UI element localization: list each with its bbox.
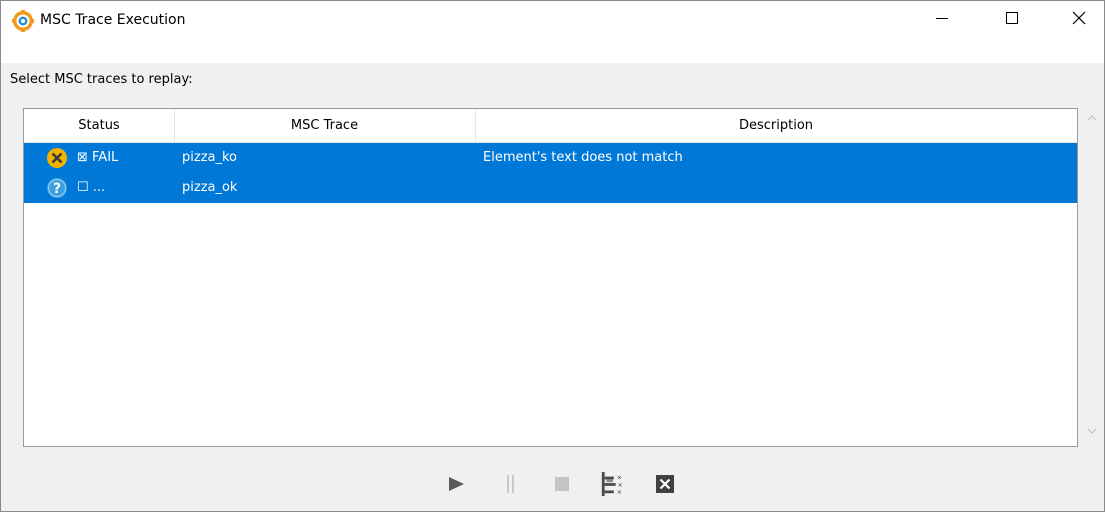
status-text: ☐ ... <box>77 180 106 195</box>
clear-button[interactable] <box>653 470 677 498</box>
stop-icon <box>555 477 569 491</box>
pause-icon <box>507 475 514 493</box>
svg-text:×: × <box>617 488 622 496</box>
status-text: ⊠ FAIL <box>77 150 119 165</box>
close-icon <box>1072 11 1086 25</box>
trace-description: Element's text does not match <box>483 150 683 165</box>
trace-name: pizza_ok <box>182 180 238 195</box>
minimize-icon <box>936 18 948 19</box>
select-traces-label: Select MSC traces to replay: <box>10 72 193 87</box>
table-row[interactable]: ⊠ FAIL pizza_ko Element's text does not … <box>24 143 1077 173</box>
trace-name: pizza_ko <box>182 150 237 165</box>
question-icon: ? <box>47 178 67 198</box>
maximize-button[interactable] <box>989 1 1035 35</box>
fail-icon <box>47 148 67 168</box>
column-header-status[interactable]: Status <box>24 109 175 142</box>
column-header-trace[interactable]: MSC Trace <box>174 109 476 142</box>
scroll-up-arrow-icon[interactable] <box>1084 111 1100 125</box>
trace-table[interactable]: Status MSC Trace Description ⊠ FAIL pizz… <box>23 108 1078 447</box>
trace-execution-window: MSC Trace Execution Select MSC traces to… <box>0 0 1105 512</box>
stop-button[interactable] <box>550 470 574 498</box>
pause-button[interactable] <box>499 470 523 498</box>
maximize-icon <box>1006 12 1018 24</box>
column-header-description[interactable]: Description <box>475 109 1077 142</box>
minimize-button[interactable] <box>919 1 965 35</box>
play-button[interactable] <box>444 470 468 498</box>
svg-text:?: ? <box>53 181 61 197</box>
table-row[interactable]: ? ☐ ... pizza_ok <box>24 173 1077 203</box>
table-header: Status MSC Trace Description <box>24 109 1077 143</box>
title-bar: MSC Trace Execution Select MSC traces to… <box>1 1 1104 87</box>
toggle-tree-icon: × × × <box>601 472 623 496</box>
close-button[interactable] <box>1056 1 1102 35</box>
play-icon <box>449 477 464 491</box>
window-title: MSC Trace Execution <box>40 12 186 28</box>
toggle-tree-button[interactable]: × × × <box>600 470 624 498</box>
clear-icon <box>656 475 674 493</box>
scroll-down-arrow-icon[interactable] <box>1084 424 1100 438</box>
app-logo-icon <box>12 10 34 32</box>
